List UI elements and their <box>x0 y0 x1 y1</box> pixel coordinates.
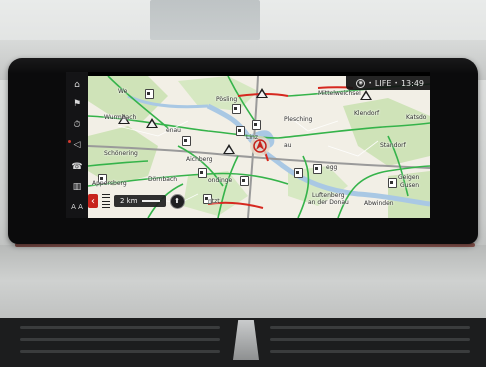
compass-glyph: ⬆ <box>174 197 180 205</box>
status-separator: • <box>394 79 398 87</box>
poi-marker[interactable] <box>294 168 303 178</box>
place-label: Standorf <box>380 142 406 149</box>
font-size-icon[interactable]: A A <box>66 198 88 216</box>
place-label: ntzt <box>208 198 220 205</box>
place-label: Appersberg <box>92 180 127 187</box>
font-size-glyph: A A <box>71 202 83 211</box>
speaker-glyph: ◁ <box>73 139 81 150</box>
traffic-warning-icon[interactable] <box>360 90 372 100</box>
traffic-warning-icon[interactable] <box>256 88 268 98</box>
place-label: Katsdo <box>406 114 427 121</box>
scale-line <box>141 200 160 202</box>
place-label: Gusen <box>400 182 420 189</box>
poi-marker[interactable] <box>182 136 191 146</box>
phone-glyph: ☎ <box>71 161 83 172</box>
status-separator: • <box>368 79 372 87</box>
alert-badge <box>68 140 71 143</box>
clock-glyph: ⏱ <box>73 119 81 130</box>
place-label: ondinge <box>208 177 233 184</box>
back-arrow-icon[interactable]: ‹ <box>88 194 98 208</box>
scale-distance: 2 km <box>120 197 138 205</box>
poi-marker[interactable] <box>198 168 207 178</box>
map-scale-controls: ‹ 2 km ⬆ <box>88 193 185 209</box>
poi-marker[interactable] <box>145 89 154 99</box>
destination-flag-icon[interactable]: ⚑ <box>66 95 88 113</box>
place-label: Klendorf <box>354 110 380 117</box>
compass-circle-icon: ◉ <box>356 78 366 88</box>
scale-indicator: 2 km <box>114 195 166 207</box>
compass-icon[interactable]: ⬆ <box>169 193 185 209</box>
place-label: Plesching <box>284 116 313 123</box>
place-label: Schönering <box>104 150 138 157</box>
place-label: enau <box>166 127 181 134</box>
place-label: an der Donau <box>308 199 349 206</box>
poi-marker[interactable] <box>252 120 261 130</box>
map-book-icon[interactable]: ▥ <box>66 178 88 196</box>
dashboard-panel <box>0 245 486 325</box>
place-label: au <box>284 142 292 149</box>
place-label: Geigen <box>398 174 420 181</box>
poi-marker[interactable] <box>240 176 249 186</box>
radio-station-label[interactable]: LIFE <box>375 79 391 88</box>
place-label: Dörnbach <box>148 176 178 183</box>
place-label: egg <box>326 164 338 171</box>
poi-marker[interactable] <box>232 104 241 114</box>
phone-bt-icon[interactable]: ☎ <box>66 158 88 176</box>
home-glyph: ⌂ <box>74 79 80 90</box>
traffic-warning-icon[interactable] <box>146 118 158 128</box>
speaker-icon[interactable]: ◁ <box>66 136 88 154</box>
flag-glyph: ⚑ <box>72 98 82 109</box>
place-label: Pösling <box>216 96 238 103</box>
poi-marker[interactable] <box>313 164 322 174</box>
poi-marker[interactable] <box>236 126 245 136</box>
clock-time: 13:49 <box>400 78 424 88</box>
place-label: Abwinden <box>364 200 394 207</box>
clock-icon[interactable]: ⏱ <box>66 116 88 134</box>
place-label: Wurmbach <box>104 114 137 121</box>
poi-marker[interactable] <box>388 178 397 188</box>
zoom-slider[interactable] <box>102 194 110 208</box>
place-label: Mittelweichsel <box>318 90 361 97</box>
windshield-reflection <box>150 0 260 40</box>
place-label: We <box>118 88 128 95</box>
home-icon[interactable]: ⌂ <box>66 76 88 94</box>
place-label: Linz <box>246 134 258 141</box>
status-bar: ◉ • LIFE • 13:49 <box>346 76 430 90</box>
side-menu: ⌂ ⚑ ⏱ ◁ ☎ ▥ A A <box>66 72 88 218</box>
place-label: Luftenberg <box>312 192 345 199</box>
place-label: Aichberg <box>186 156 213 163</box>
map-glyph: ▥ <box>72 181 82 192</box>
back-glyph: ‹ <box>91 195 95 207</box>
traffic-warning-icon[interactable] <box>223 144 235 154</box>
